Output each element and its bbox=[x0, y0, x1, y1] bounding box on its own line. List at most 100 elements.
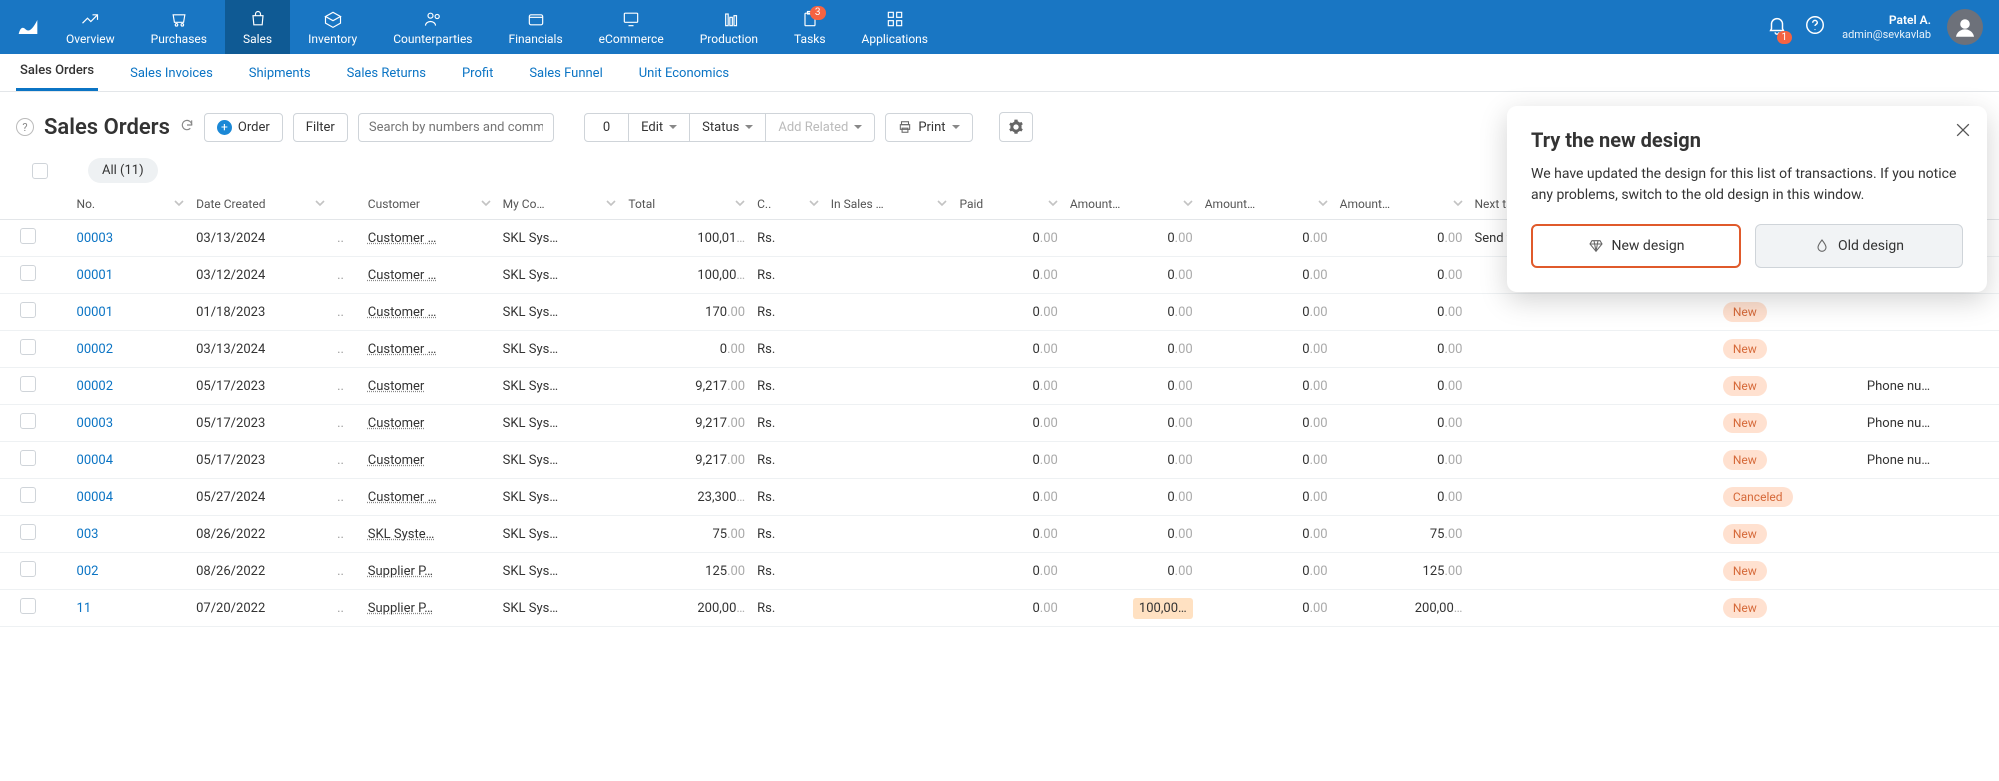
col-paid[interactable]: Paid bbox=[953, 189, 1063, 220]
table-row[interactable]: 00004 05/17/2023 .. Customer SKL Sys… 9,… bbox=[0, 442, 1999, 479]
col-total[interactable]: Total bbox=[622, 189, 751, 220]
col-amount2[interactable]: Amount… bbox=[1199, 189, 1334, 220]
task-due-cell bbox=[1600, 331, 1717, 368]
order-number-link[interactable]: 003 bbox=[77, 527, 99, 542]
order-number-link[interactable]: 002 bbox=[77, 564, 99, 579]
tab-shipments[interactable]: Shipments bbox=[245, 56, 315, 91]
user-menu[interactable]: Patel A. admin@sevkavlab bbox=[1842, 13, 1931, 42]
nav-purchases[interactable]: Purchases bbox=[133, 0, 225, 54]
col-insales[interactable]: In Sales … bbox=[825, 189, 954, 220]
insales-cell bbox=[825, 479, 954, 516]
row-checkbox[interactable] bbox=[20, 228, 36, 244]
table-row[interactable]: 00001 01/18/2023 .. Customer … SKL Sys… … bbox=[0, 294, 1999, 331]
table-row[interactable]: 11 07/20/2022 .. Supplier P… SKL Sys… 20… bbox=[0, 590, 1999, 627]
tab-unit-economics[interactable]: Unit Economics bbox=[635, 56, 733, 91]
order-number-link[interactable]: 00002 bbox=[77, 342, 114, 357]
customer-link[interactable]: Customer … bbox=[368, 231, 437, 246]
tab-sales-returns[interactable]: Sales Returns bbox=[343, 56, 430, 91]
notifications-button[interactable]: 1 bbox=[1766, 14, 1788, 40]
customer-link[interactable]: Customer bbox=[368, 453, 425, 468]
row-checkbox[interactable] bbox=[20, 265, 36, 281]
avatar[interactable] bbox=[1947, 9, 1983, 45]
customer-link[interactable]: Customer … bbox=[368, 490, 437, 505]
settings-button[interactable] bbox=[999, 112, 1033, 142]
filter-chip-all[interactable]: All (11) bbox=[88, 158, 158, 183]
tab-sales-invoices[interactable]: Sales Invoices bbox=[126, 56, 217, 91]
row-checkbox[interactable] bbox=[20, 339, 36, 355]
table-row[interactable]: 00003 05/17/2023 .. Customer SKL Sys… 9,… bbox=[0, 405, 1999, 442]
new-design-button[interactable]: New design bbox=[1531, 224, 1741, 268]
col-customer[interactable]: Customer bbox=[362, 189, 497, 220]
caret-icon bbox=[669, 125, 677, 133]
filter-button[interactable]: Filter bbox=[293, 113, 348, 142]
search-input[interactable] bbox=[358, 113, 554, 142]
amount-cell: 100,00… bbox=[1064, 590, 1199, 627]
nav-applications[interactable]: Applications bbox=[844, 0, 946, 54]
nav-overview[interactable]: Overview bbox=[48, 0, 133, 54]
print-button[interactable]: Print bbox=[885, 113, 972, 142]
refresh-button[interactable] bbox=[180, 118, 194, 136]
customer-link[interactable]: Customer bbox=[368, 379, 425, 394]
customer-link[interactable]: SKL Syste… bbox=[368, 527, 435, 542]
currency-cell: Rs. bbox=[751, 405, 825, 442]
nav-production[interactable]: Production bbox=[682, 0, 776, 54]
order-number-link[interactable]: 11 bbox=[77, 601, 92, 616]
table-row[interactable]: 00002 05/17/2023 .. Customer SKL Sys… 9,… bbox=[0, 368, 1999, 405]
new-order-button[interactable]: +Order bbox=[204, 113, 283, 142]
col-no[interactable]: No. bbox=[71, 189, 191, 220]
status-cell: New bbox=[1717, 368, 1861, 405]
row-checkbox[interactable] bbox=[20, 524, 36, 540]
order-number-link[interactable]: 00004 bbox=[77, 453, 114, 468]
row-checkbox[interactable] bbox=[20, 376, 36, 392]
col-company[interactable]: My Co… bbox=[497, 189, 623, 220]
table-row[interactable]: 003 08/26/2022 .. SKL Syste… SKL Sys… 75… bbox=[0, 516, 1999, 553]
row-checkbox[interactable] bbox=[20, 561, 36, 577]
help-button[interactable] bbox=[1804, 14, 1826, 40]
row-checkbox[interactable] bbox=[20, 302, 36, 318]
order-number-link[interactable]: 00003 bbox=[77, 416, 114, 431]
nav-sales[interactable]: Sales bbox=[225, 0, 290, 54]
nav-counterparties[interactable]: Counterparties bbox=[375, 0, 490, 54]
customer-link[interactable]: Supplier P… bbox=[368, 564, 433, 579]
order-number-link[interactable]: 00001 bbox=[77, 268, 114, 283]
col-currency[interactable]: C.. bbox=[751, 189, 825, 220]
customer-link[interactable]: Customer … bbox=[368, 268, 437, 283]
edit-button[interactable]: Edit bbox=[628, 113, 690, 142]
status-button[interactable]: Status bbox=[689, 113, 766, 142]
table-row[interactable]: 002 08/26/2022 .. Supplier P… SKL Sys… 1… bbox=[0, 553, 1999, 590]
table-row[interactable]: 00004 05/27/2024 .. Customer … SKL Sys… … bbox=[0, 479, 1999, 516]
col-amount1[interactable]: Amount… bbox=[1064, 189, 1199, 220]
add-related-button[interactable]: Add Related bbox=[765, 113, 875, 142]
date-cell: 07/20/2022 bbox=[190, 590, 331, 627]
nav-financials[interactable]: Financials bbox=[491, 0, 581, 54]
row-checkbox[interactable] bbox=[20, 450, 36, 466]
row-checkbox[interactable] bbox=[20, 413, 36, 429]
tab-sales-funnel[interactable]: Sales Funnel bbox=[525, 56, 606, 91]
help-icon[interactable]: ? bbox=[16, 118, 34, 136]
paid-cell: 0.00 bbox=[953, 442, 1063, 479]
row-checkbox[interactable] bbox=[20, 598, 36, 614]
order-number-link[interactable]: 00002 bbox=[77, 379, 114, 394]
order-number-link[interactable]: 00001 bbox=[77, 305, 114, 320]
tab-profit[interactable]: Profit bbox=[458, 56, 497, 91]
app-logo[interactable] bbox=[8, 0, 48, 54]
nav-tasks[interactable]: 3 Tasks bbox=[776, 0, 844, 54]
customer-link[interactable]: Supplier P… bbox=[368, 601, 433, 616]
order-number-link[interactable]: 00003 bbox=[77, 231, 114, 246]
customer-link[interactable]: Customer bbox=[368, 416, 425, 431]
col-date[interactable]: Date Created bbox=[190, 189, 331, 220]
nav-ecommerce[interactable]: eCommerce bbox=[581, 0, 682, 54]
close-button[interactable] bbox=[1953, 120, 1973, 144]
select-all-checkbox[interactable] bbox=[32, 163, 48, 179]
customer-link[interactable]: Customer … bbox=[368, 342, 437, 357]
old-design-button[interactable]: Old design bbox=[1755, 224, 1963, 268]
table-row[interactable]: 00002 03/13/2024 .. Customer … SKL Sys… … bbox=[0, 331, 1999, 368]
tab-sales-orders[interactable]: Sales Orders bbox=[16, 53, 98, 91]
nav-inventory[interactable]: Inventory bbox=[290, 0, 375, 54]
row-checkbox[interactable] bbox=[20, 487, 36, 503]
status-cell: New bbox=[1717, 516, 1861, 553]
company-cell: SKL Sys… bbox=[497, 220, 623, 257]
customer-link[interactable]: Customer … bbox=[368, 305, 437, 320]
col-amount3[interactable]: Amount… bbox=[1334, 189, 1469, 220]
order-number-link[interactable]: 00004 bbox=[77, 490, 114, 505]
